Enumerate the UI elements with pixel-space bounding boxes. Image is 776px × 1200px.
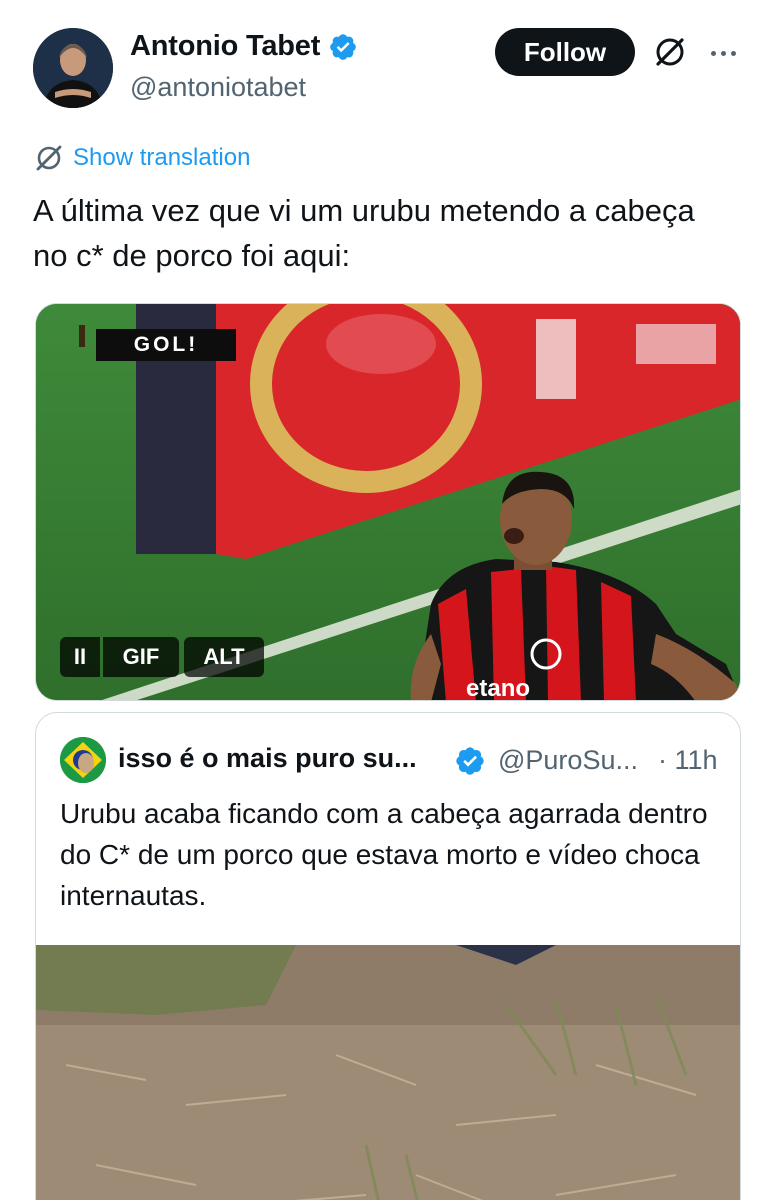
more-dot — [730, 50, 736, 56]
quoted-display-name[interactable]: isso é o mais puro su... — [118, 743, 417, 774]
quoted-avatar[interactable] — [60, 737, 106, 783]
tweet-media-gif[interactable]: etano GOL! II GIF ALT — [35, 303, 741, 701]
more-dot — [710, 50, 716, 56]
avatar-image — [33, 28, 113, 108]
quoted-tweet[interactable]: isso é o mais puro su... @PuroSu... · 11… — [35, 712, 741, 1200]
author-avatar[interactable] — [33, 28, 113, 108]
more-icon[interactable] — [705, 36, 741, 70]
gol-marker — [79, 325, 85, 347]
pause-button[interactable]: II — [60, 637, 100, 677]
author-name-row[interactable]: Antonio Tabet — [130, 30, 358, 63]
gol-badge: GOL! — [96, 329, 236, 361]
author-display-name[interactable]: Antonio Tabet — [130, 30, 320, 63]
quoted-media[interactable] — [36, 945, 740, 1200]
translate-icon — [36, 145, 62, 171]
quoted-avatar-image — [60, 737, 106, 783]
author-handle[interactable]: @antoniotabet — [130, 72, 306, 103]
show-translation-label[interactable]: Show translation — [73, 144, 250, 172]
media-controls: II GIF ALT — [60, 637, 264, 677]
follow-button[interactable]: Follow — [495, 28, 635, 76]
quoted-timestamp[interactable]: · 11h — [658, 745, 718, 776]
tweet-text: A última vez que vi um urubu metendo a c… — [33, 193, 695, 273]
alt-text-button[interactable]: ALT — [184, 637, 264, 677]
quoted-verified-badge-icon — [456, 747, 484, 775]
quoted-media-image — [36, 945, 740, 1200]
more-dot — [720, 50, 726, 56]
quoted-handle[interactable]: @PuroSu... — [498, 745, 638, 776]
quoted-text: Urubu acaba ficando com a cabeça agarrad… — [60, 798, 708, 911]
jersey-sponsor-text: etano — [466, 675, 530, 701]
show-translation-link[interactable]: Show translation — [33, 142, 250, 174]
grok-icon[interactable] — [650, 32, 690, 72]
gif-badge[interactable]: GIF — [103, 637, 179, 677]
verified-badge-icon — [330, 33, 356, 60]
